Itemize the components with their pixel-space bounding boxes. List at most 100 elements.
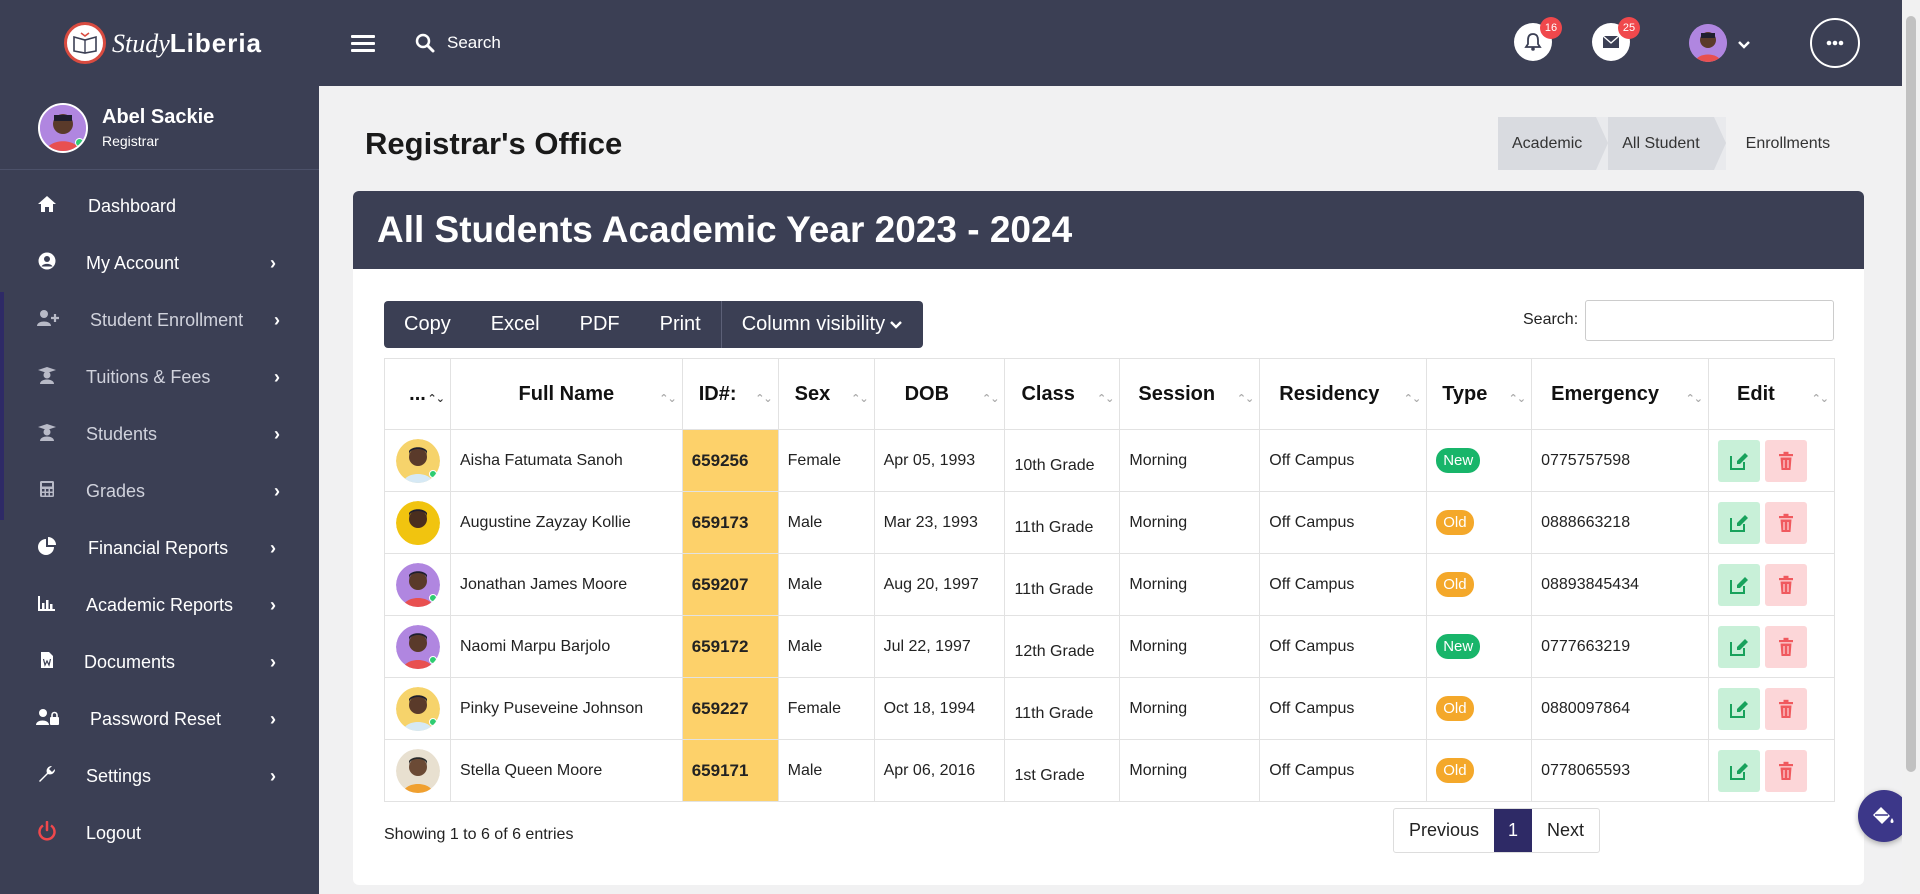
wrench-icon — [36, 764, 58, 789]
table-row[interactable]: Naomi Marpu Barjolo 659172 Male Jul 22, … — [384, 615, 1835, 678]
student-name: Naomi Marpu Barjolo — [449, 615, 683, 678]
sidebar-item-student-enrollment[interactable]: Student Enrollment › — [0, 292, 319, 349]
column-header-edit[interactable]: Edit ⌃⌄ — [1708, 358, 1835, 430]
student-avatar[interactable] — [396, 500, 440, 545]
sidebar-item-my-account[interactable]: My Account › — [0, 235, 319, 292]
student-avatar[interactable] — [396, 624, 440, 669]
delete-button[interactable] — [1765, 749, 1808, 792]
sort-icon: ⌃⌄ — [1236, 393, 1254, 405]
delete-button[interactable] — [1765, 687, 1808, 730]
search-input[interactable] — [447, 33, 647, 53]
sidebar-item-label: Student Enrollment — [90, 310, 244, 330]
logo[interactable]: StudyLiberia — [0, 0, 319, 86]
row-actions — [1708, 739, 1835, 802]
sort-icon: ⌃⌄ — [1096, 393, 1114, 405]
more-options-button[interactable] — [1810, 18, 1860, 68]
profile-avatar[interactable] — [38, 102, 88, 153]
ellipsis-icon — [1826, 40, 1844, 46]
edit-icon — [1730, 701, 1749, 719]
sidebar-item-students[interactable]: Students › — [0, 406, 319, 463]
column-header-residency[interactable]: Residency ⌃⌄ — [1259, 358, 1428, 430]
table-row[interactable]: Aisha Fatumata Sanoh 659256 Female Apr 0… — [384, 429, 1835, 492]
student-sex: Male — [777, 615, 875, 678]
sidebar-item-grades[interactable]: Grades › — [0, 463, 319, 520]
delete-button[interactable] — [1765, 501, 1808, 544]
column-header-dob[interactable]: DOB ⌃⌄ — [873, 358, 1006, 430]
edit-button[interactable] — [1718, 563, 1761, 606]
table-search-input[interactable] — [1585, 300, 1834, 341]
column-header-sex[interactable]: Sex ⌃⌄ — [777, 358, 875, 430]
profile-role: Registrar — [102, 133, 159, 149]
type-badge: New — [1436, 634, 1481, 659]
sidebar-item-password-reset[interactable]: Password Reset › — [0, 691, 319, 748]
student-residency: Off Campus — [1259, 615, 1428, 678]
card-header: All Students Academic Year 2023 - 2024 — [353, 191, 1864, 269]
home-icon — [36, 195, 58, 218]
delete-button[interactable] — [1765, 563, 1808, 606]
delete-button[interactable] — [1765, 439, 1808, 482]
sidebar-item-financial-reports[interactable]: Financial Reports › — [0, 520, 319, 577]
pdf-button[interactable]: PDF — [560, 301, 640, 348]
chevron-right-icon: › — [270, 595, 276, 615]
menu-toggle-icon[interactable] — [351, 31, 375, 56]
student-residency: Off Campus — [1259, 553, 1428, 616]
page-1-button[interactable]: 1 — [1494, 809, 1533, 852]
column-visibility-button[interactable]: Column visibility — [720, 301, 923, 348]
sidebar-item-label: Documents — [84, 652, 176, 672]
messages-button[interactable]: 25 — [1592, 17, 1640, 61]
table-row[interactable]: Augustine Zayzay Kollie 659173 Male Mar … — [384, 491, 1835, 554]
column-header-type[interactable]: Type ⌃⌄ — [1426, 358, 1533, 430]
sidebar-item-documents[interactable]: Documents › — [0, 634, 319, 691]
student-avatar[interactable] — [396, 562, 440, 607]
student-name: Augustine Zayzay Kollie — [449, 491, 683, 554]
sort-icon: ⌃⌄ — [1508, 393, 1526, 405]
column-header-full-name[interactable]: Full Name ⌃⌄ — [449, 358, 683, 430]
breadcrumb-academic[interactable]: Academic — [1498, 117, 1597, 170]
next-page-button[interactable]: Next — [1532, 809, 1599, 852]
student-name: Stella Queen Moore — [449, 739, 683, 802]
column-header-id[interactable]: ID#: ⌃⌄ — [681, 358, 779, 430]
student-avatar[interactable] — [396, 438, 440, 483]
row-actions — [1708, 615, 1835, 678]
previous-page-button[interactable]: Previous — [1394, 809, 1494, 852]
page-scrollbar[interactable] — [1902, 0, 1920, 894]
chevron-right-icon: › — [270, 253, 276, 273]
excel-button[interactable]: Excel — [471, 301, 560, 348]
student-type-cell: Old — [1426, 677, 1533, 740]
sidebar-item-dashboard[interactable]: Dashboard — [0, 178, 319, 235]
user-avatar[interactable] — [1689, 24, 1727, 62]
chevron-down-icon — [890, 320, 902, 329]
edit-button[interactable] — [1718, 439, 1761, 482]
main-content: Registrar's Office Academic All Student … — [319, 86, 1902, 894]
delete-button[interactable] — [1765, 625, 1808, 668]
student-photo-cell — [384, 677, 451, 740]
copy-button[interactable]: Copy — [384, 301, 471, 348]
edit-button[interactable] — [1718, 625, 1761, 668]
column-header-label: Emergency — [1551, 382, 1659, 405]
print-button[interactable]: Print — [640, 301, 721, 348]
breadcrumb-all-student[interactable]: All Student — [1608, 117, 1714, 170]
edit-button[interactable] — [1718, 687, 1761, 730]
column-header-session[interactable]: Session ⌃⌄ — [1119, 358, 1261, 430]
student-avatar[interactable] — [396, 748, 440, 793]
student-avatar[interactable] — [396, 686, 440, 731]
column-header-class[interactable]: Class ⌃⌄ — [1004, 358, 1121, 430]
sidebar-item-logout[interactable]: Logout — [0, 805, 319, 862]
table-row[interactable]: Pinky Puseveine Johnson 659227 Female Oc… — [384, 677, 1835, 740]
student-emergency: 0888663218 — [1531, 491, 1710, 554]
student-sex: Female — [777, 429, 875, 492]
online-status-dot — [429, 593, 437, 602]
notifications-button[interactable]: 16 — [1514, 17, 1562, 61]
edit-button[interactable] — [1718, 749, 1761, 792]
sidebar-item-tuitions-fees[interactable]: Tuitions & Fees › — [0, 349, 319, 406]
column-header-emergency[interactable]: Emergency ⌃⌄ — [1531, 358, 1710, 430]
sidebar-item-settings[interactable]: Settings › — [0, 748, 319, 805]
student-session: Morning — [1119, 739, 1261, 802]
column-header-photo[interactable]: ... ⌃⌄ — [384, 358, 451, 430]
sidebar-item-academic-reports[interactable]: Academic Reports › — [0, 577, 319, 634]
chevron-down-icon[interactable] — [1737, 34, 1751, 55]
table-row[interactable]: Jonathan James Moore 659207 Male Aug 20,… — [384, 553, 1835, 616]
edit-button[interactable] — [1718, 501, 1761, 544]
table-row[interactable]: Stella Queen Moore 659171 Male Apr 06, 2… — [384, 739, 1835, 802]
scrollbar-thumb[interactable] — [1906, 16, 1916, 772]
